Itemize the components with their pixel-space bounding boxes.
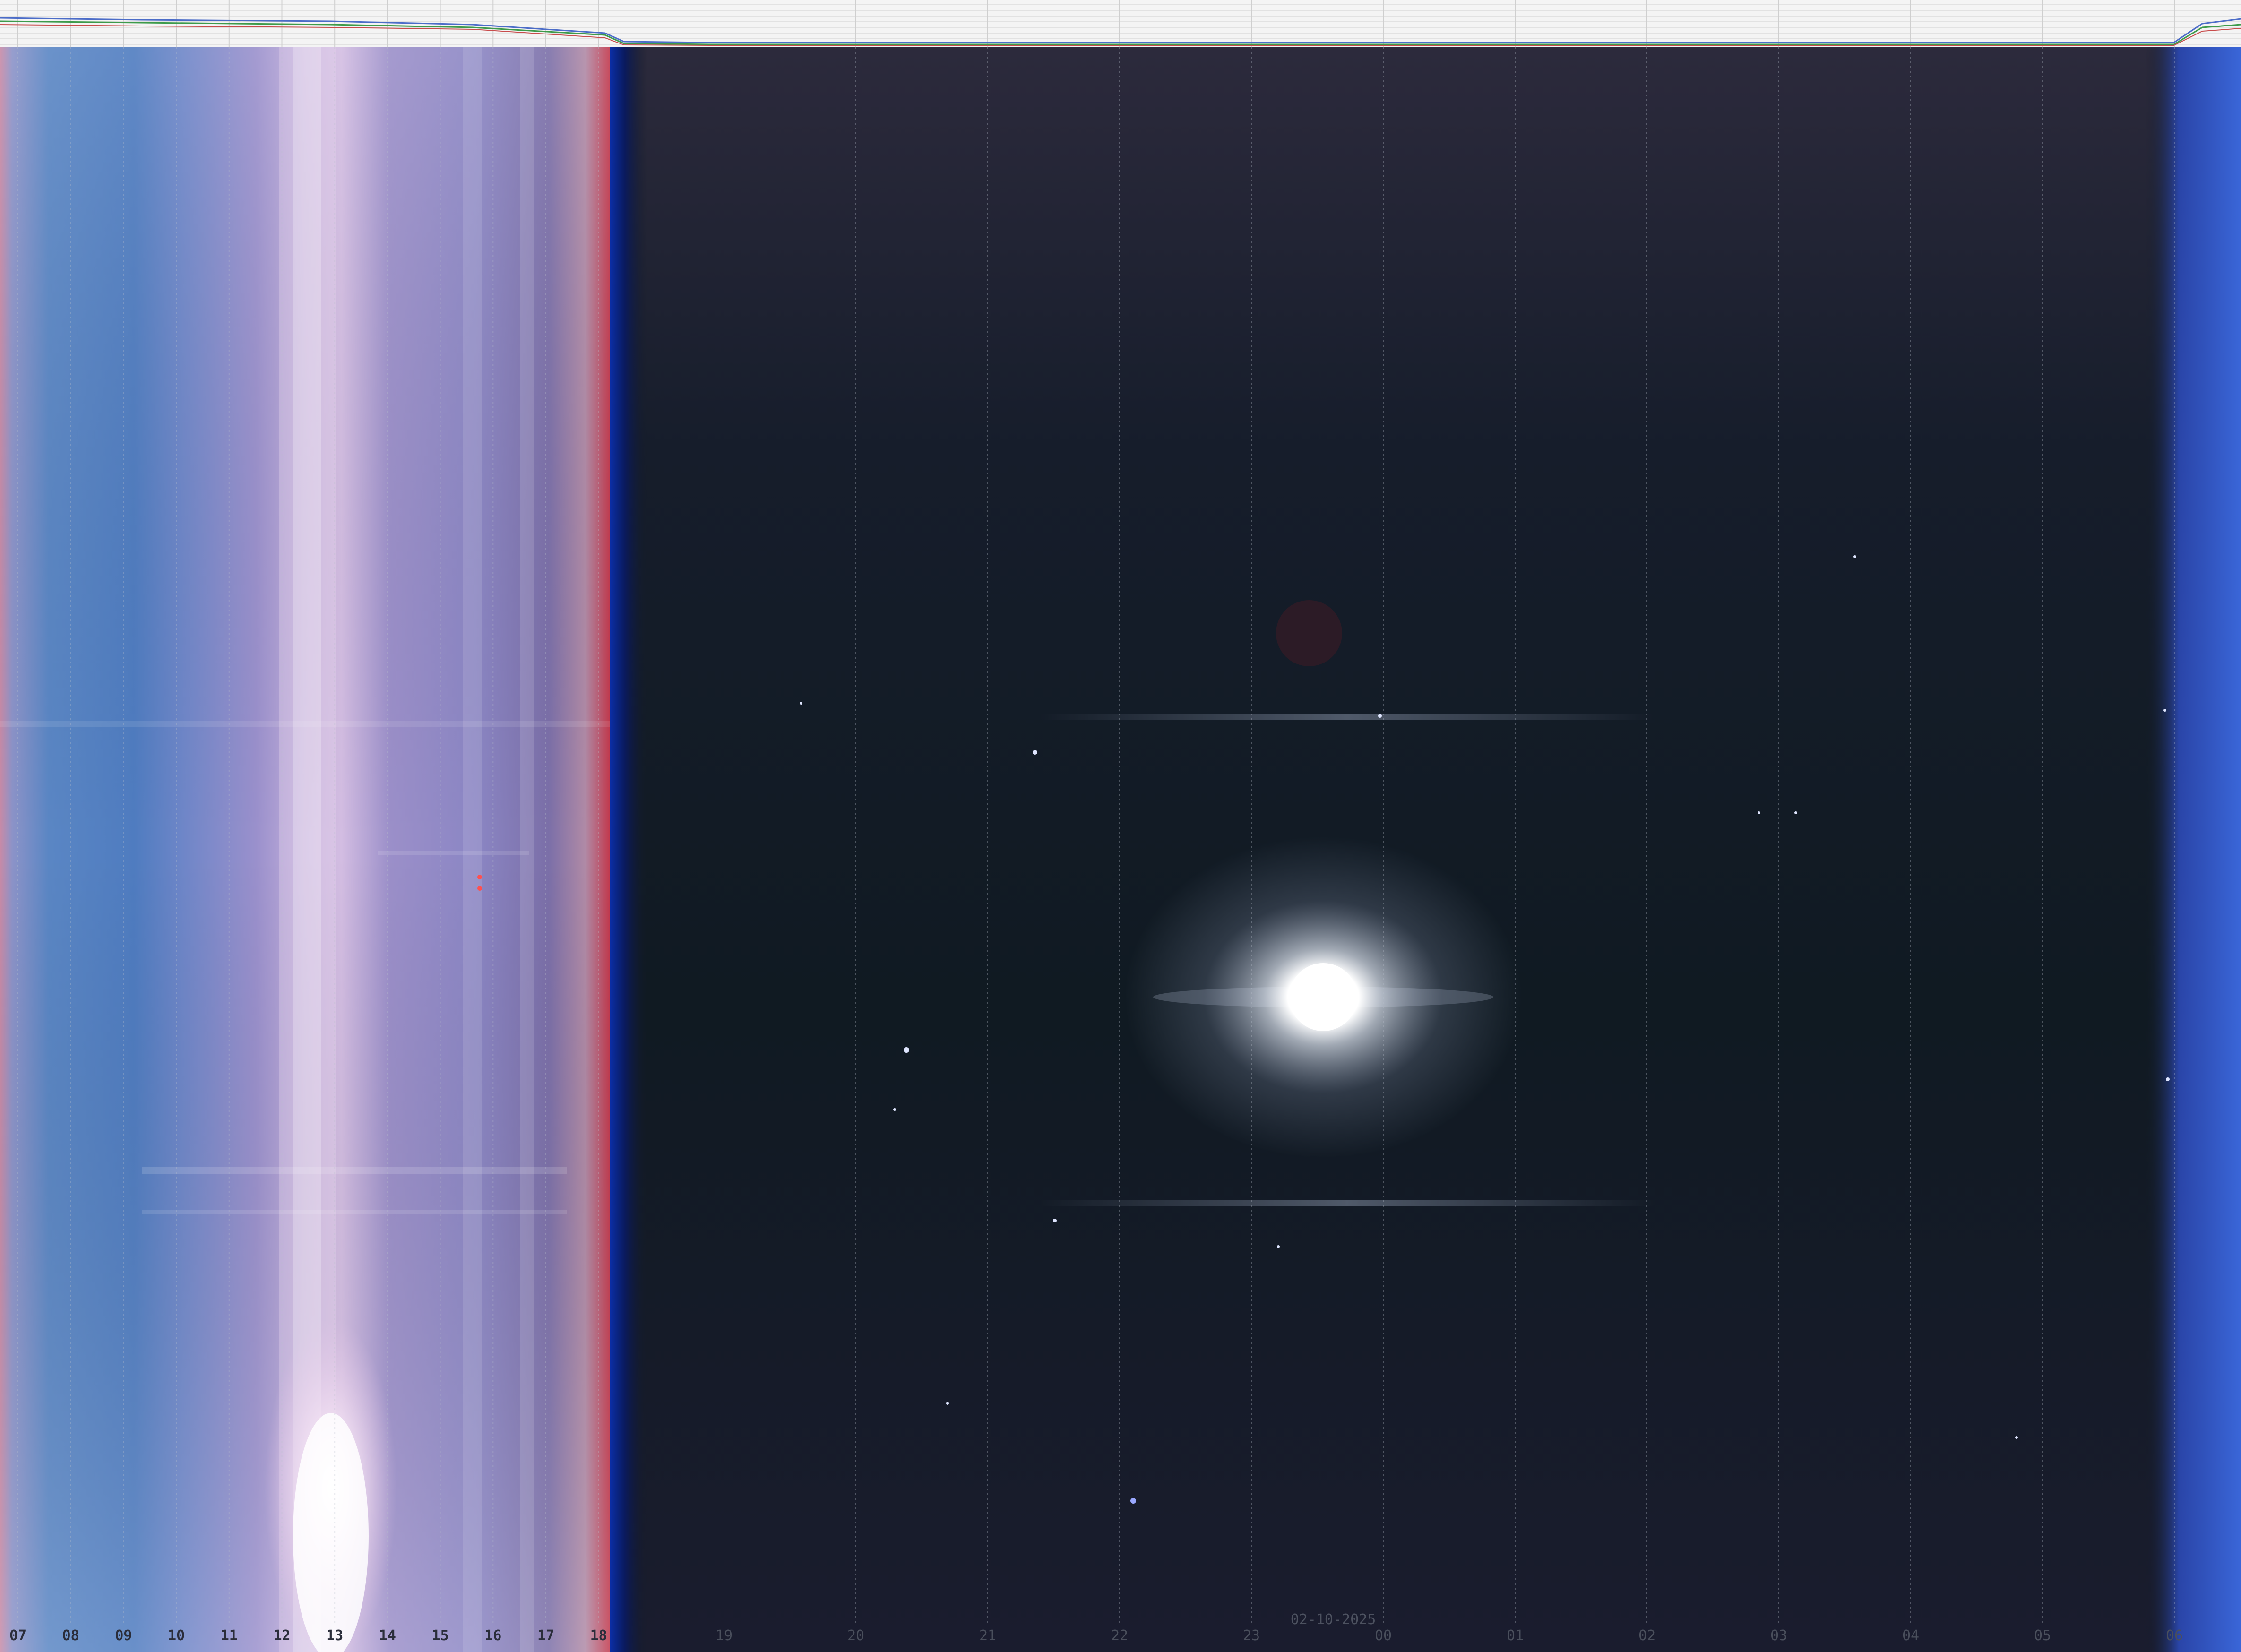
hour-label: 08 bbox=[62, 1627, 79, 1644]
hour-label: 12 bbox=[273, 1627, 291, 1644]
hour-label: 14 bbox=[379, 1627, 396, 1644]
hour-label: 21 bbox=[979, 1627, 997, 1644]
hour-label: 07 bbox=[9, 1627, 27, 1644]
hour-label: 18 bbox=[590, 1627, 607, 1644]
hour-label: 15 bbox=[431, 1627, 449, 1644]
hour-label: 22 bbox=[1111, 1627, 1129, 1644]
hour-label: 06 bbox=[2165, 1627, 2183, 1644]
hour-label: 19 bbox=[715, 1627, 733, 1644]
hour-label: 16 bbox=[484, 1627, 502, 1644]
hour-label: 03 bbox=[1770, 1627, 1788, 1644]
hour-label: 04 bbox=[1902, 1627, 1920, 1644]
hour-label: 20 bbox=[847, 1627, 865, 1644]
sensor-chart-strip bbox=[0, 0, 2241, 47]
hour-label: 05 bbox=[2034, 1627, 2051, 1644]
keogram-image bbox=[0, 0, 2241, 1652]
hour-label: 13 bbox=[326, 1627, 344, 1644]
hour-label: 17 bbox=[537, 1627, 555, 1644]
hour-label: 10 bbox=[168, 1627, 185, 1644]
date-label: 02-10-2025 bbox=[1290, 1611, 1376, 1628]
hour-label: 23 bbox=[1242, 1627, 1260, 1644]
hour-label: 01 bbox=[1506, 1627, 1524, 1644]
nighttime-section bbox=[610, 47, 2241, 1652]
hour-label: 09 bbox=[115, 1627, 132, 1644]
hour-label: 00 bbox=[1374, 1627, 1392, 1644]
hour-label: 11 bbox=[220, 1627, 238, 1644]
daytime-section bbox=[0, 47, 610, 1652]
hour-label: 02 bbox=[1638, 1627, 1656, 1644]
